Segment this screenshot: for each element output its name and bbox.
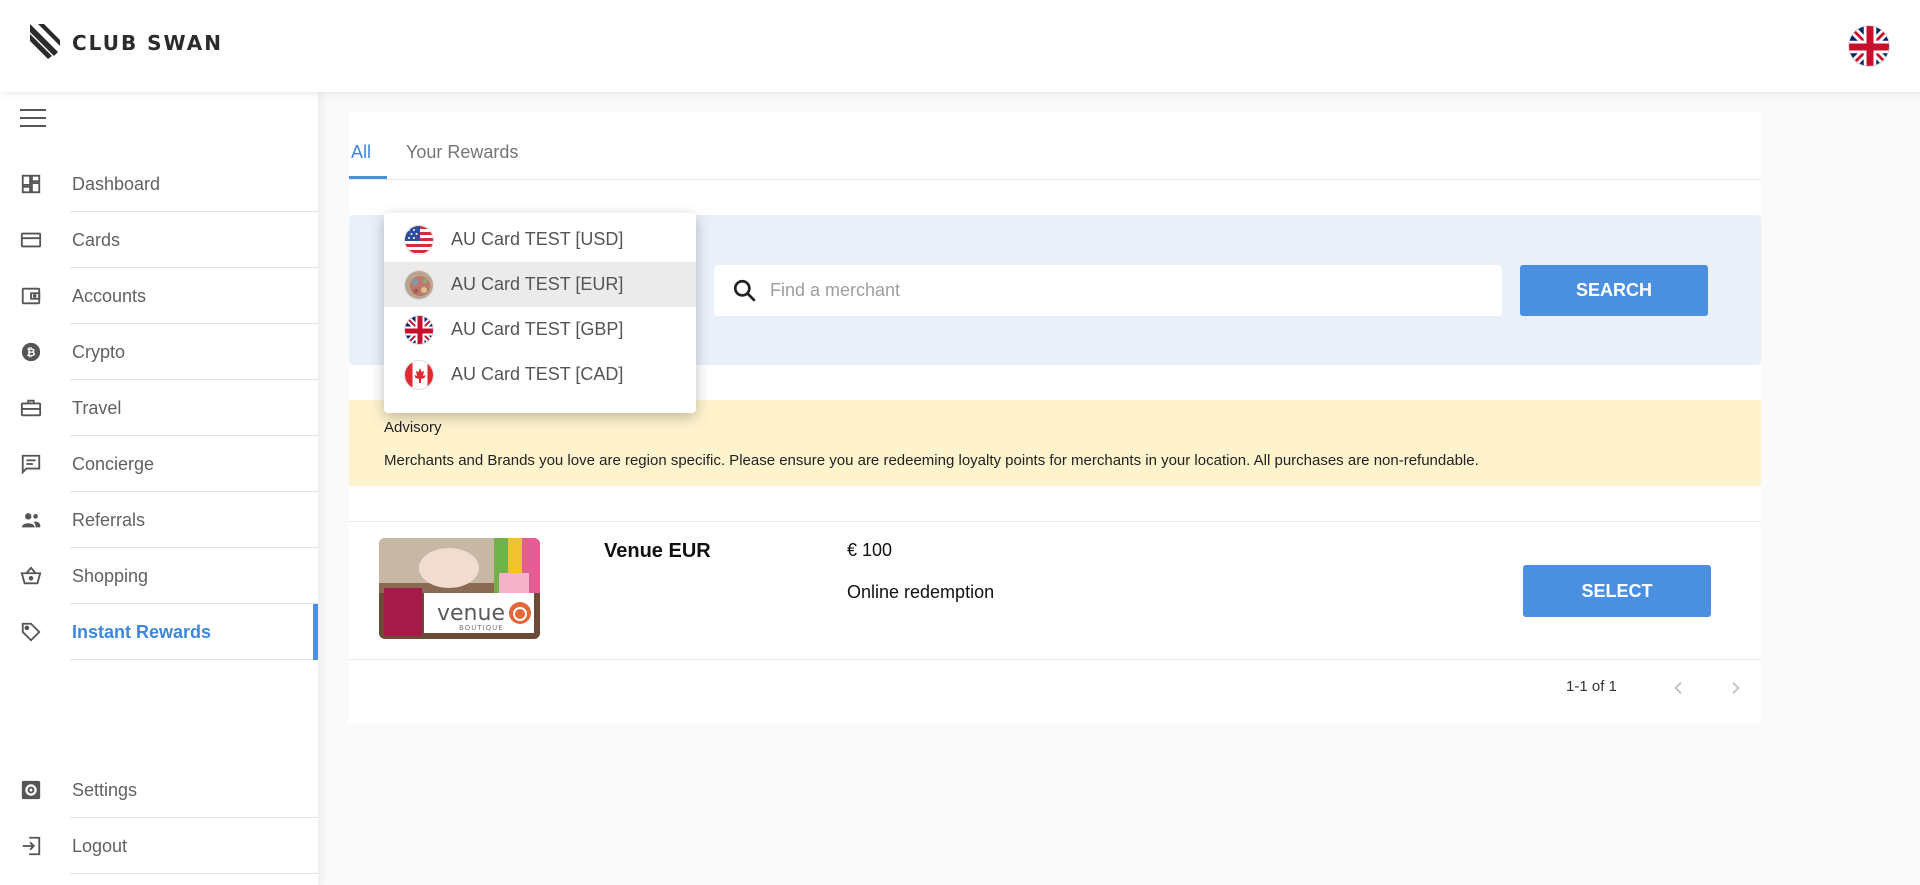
dashboard-icon xyxy=(19,172,43,196)
sidebar-item-cards[interactable]: Cards xyxy=(0,212,318,268)
chat-icon xyxy=(19,452,43,476)
uk-flag-icon[interactable] xyxy=(1848,25,1890,67)
chevron-right-icon[interactable] xyxy=(1723,676,1747,700)
card-option-usd[interactable]: AU Card TEST [USD] xyxy=(384,217,696,262)
search-icon xyxy=(732,278,758,309)
sidebar-item-instant-rewards[interactable]: Instant Rewards xyxy=(0,604,318,660)
sidebar-item-referrals[interactable]: Referrals xyxy=(0,492,318,548)
sidebar-item-shopping[interactable]: Shopping xyxy=(0,548,318,604)
sidebar-item-settings[interactable]: Settings xyxy=(0,762,318,818)
pagination-info: 1-1 of 1 xyxy=(1566,678,1617,695)
tab-all[interactable]: All xyxy=(351,142,371,163)
active-indicator xyxy=(313,604,318,660)
sidebar-item-label: Dashboard xyxy=(72,173,161,194)
card-select-dropdown: AU Card TEST [USD] AU Card TEST [EUR] AU… xyxy=(384,213,696,413)
top-header: CLUB SWAN xyxy=(0,0,1920,92)
main-content: All Your Rewards SEARCH Advisory Merchan… xyxy=(349,112,1761,724)
ca-flag-icon xyxy=(404,359,434,390)
sidebar-item-label: Settings xyxy=(72,779,138,800)
reward-redemption-type: Online redemption xyxy=(847,582,995,602)
tab-your-rewards[interactable]: Your Rewards xyxy=(406,142,518,163)
card-option-label: AU Card TEST [CAD] xyxy=(451,364,624,384)
card-option-label: AU Card TEST [USD] xyxy=(451,229,624,249)
card-option-label: AU Card TEST [GBP] xyxy=(451,319,624,339)
sidebar-item-travel[interactable]: Travel xyxy=(0,380,318,436)
sidebar-item-label: Accounts xyxy=(72,285,147,306)
sidebar-item-logout[interactable]: Logout xyxy=(0,818,318,874)
us-flag-icon xyxy=(404,224,434,255)
uk-flag-icon xyxy=(404,314,434,345)
pagination: 1-1 of 1 xyxy=(349,672,1761,702)
advisory-text: Merchants and Brands you love are region… xyxy=(384,452,1479,469)
sidebar-item-crypto[interactable]: ₿ Crypto xyxy=(0,324,318,380)
search-box[interactable] xyxy=(714,265,1502,316)
club-swan-logo[interactable]: CLUB SWAN xyxy=(28,22,223,60)
svg-text:BOUTIQUE: BOUTIQUE xyxy=(459,624,504,632)
menu-toggle-icon[interactable] xyxy=(20,109,46,129)
svg-text:₿: ₿ xyxy=(27,346,36,359)
card-option-gbp[interactable]: AU Card TEST [GBP] xyxy=(384,307,696,352)
tab-bar: All Your Rewards xyxy=(349,112,1761,180)
people-icon xyxy=(19,508,43,532)
sidebar-item-label: Concierge xyxy=(72,453,155,474)
sidebar-item-label: Referrals xyxy=(72,509,146,530)
venue-boutique-image: venue BOUTIQUE xyxy=(379,538,540,639)
sidebar-item-accounts[interactable]: Accounts xyxy=(0,268,318,324)
advisory-title: Advisory xyxy=(384,419,442,436)
sidebar-item-concierge[interactable]: Concierge xyxy=(0,436,318,492)
active-tab-indicator xyxy=(349,176,387,179)
merchant-search-input[interactable] xyxy=(770,265,1470,316)
sidebar-item-label: Cards xyxy=(72,229,121,250)
chevron-left-icon[interactable] xyxy=(1667,676,1691,700)
swan-logo-icon xyxy=(30,24,60,59)
tag-icon xyxy=(19,620,43,644)
reward-name: Venue EUR xyxy=(604,540,711,562)
sidebar-item-dashboard[interactable]: Dashboard xyxy=(0,156,318,212)
search-button[interactable]: SEARCH xyxy=(1520,265,1708,316)
sidebar: Dashboard Cards Accounts ₿ Crypto Travel xyxy=(0,92,318,885)
sidebar-item-label: Shopping xyxy=(72,565,149,586)
briefcase-icon xyxy=(19,396,43,420)
brand-name: CLUB SWAN xyxy=(72,31,223,55)
logout-icon xyxy=(19,834,43,858)
eu-flag-icon xyxy=(404,269,434,300)
sidebar-item-label: Crypto xyxy=(72,341,126,362)
card-option-label: AU Card TEST [EUR] xyxy=(451,274,624,294)
reward-row: venue BOUTIQUE Venue EUR € 100 Online re… xyxy=(349,521,1761,660)
basket-icon xyxy=(19,564,43,588)
reward-price: € 100 xyxy=(847,540,893,560)
sidebar-item-label: Instant Rewards xyxy=(72,621,212,642)
settings-icon xyxy=(19,778,43,802)
wallet-icon xyxy=(19,284,43,308)
select-button[interactable]: SELECT xyxy=(1523,565,1711,617)
card-option-eur[interactable]: AU Card TEST [EUR] xyxy=(384,262,696,307)
sidebar-item-label: Logout xyxy=(72,835,128,856)
credit-card-icon xyxy=(19,228,43,252)
card-option-cad[interactable]: AU Card TEST [CAD] xyxy=(384,352,696,397)
bitcoin-icon: ₿ xyxy=(19,340,43,364)
venue-logo-text: venue xyxy=(437,601,505,626)
sidebar-item-label: Travel xyxy=(72,397,122,418)
